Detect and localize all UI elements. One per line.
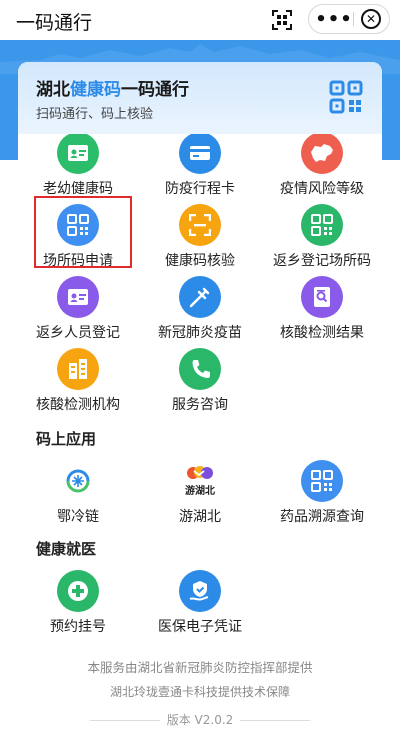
card-title: 湖北健康码一码通行	[36, 80, 189, 100]
close-icon: ✕	[365, 12, 377, 26]
scan-button[interactable]	[266, 5, 298, 35]
service-item[interactable]: 核酸检测机构	[20, 348, 136, 426]
app-item-drug-trace[interactable]: 药品溯源查询	[264, 460, 380, 538]
more-button[interactable]: •••	[315, 5, 352, 33]
cold-chain-logo-icon	[57, 460, 99, 502]
report-icon	[301, 276, 343, 318]
tour-hubei-logo-icon: 游湖北	[179, 460, 221, 502]
app-item-label: 鄂冷链	[57, 509, 99, 525]
qr-code-icon[interactable]	[329, 80, 363, 114]
qr-code-icon	[301, 460, 343, 502]
section-title-medical: 健康就医	[36, 540, 97, 558]
capsule-divider	[353, 12, 354, 26]
service-item[interactable]: 核酸检测结果	[264, 276, 380, 354]
service-item[interactable]: 疫情风险等级	[264, 132, 380, 210]
insurance-hand-icon	[179, 570, 221, 612]
building-icon	[57, 348, 99, 390]
app-item-label: 游湖北	[179, 509, 221, 525]
section-title-apps: 码上应用	[36, 430, 97, 448]
service-item[interactable]: 返乡人员登记	[20, 276, 136, 354]
app-item-label: 药品溯源查询	[280, 509, 364, 525]
service-item-label: 防疫行程卡	[165, 181, 235, 197]
footer-provider-text: 本服务由湖北省新冠肺炎防控指挥部提供	[87, 660, 313, 675]
service-item-label: 疫情风险等级	[280, 181, 364, 197]
footer-support-text: 湖北玲珑壹通卡科技提供技术保障	[109, 685, 290, 699]
version-text: 版本 V2.0.2	[166, 713, 234, 727]
medical-item-label: 医保电子凭证	[158, 619, 242, 635]
service-item-label: 返乡人员登记	[36, 325, 120, 341]
service-item-label: 服务咨询	[172, 397, 228, 413]
service-item[interactable]: 防疫行程卡	[142, 132, 258, 210]
phone-icon	[179, 348, 221, 390]
service-item-label: 返乡登记场所码	[273, 253, 371, 269]
service-item[interactable]: 返乡登记场所码	[264, 204, 380, 282]
card-subtitle: 扫码通行、码上核验	[36, 107, 154, 122]
top-bar: 一码通行 ••• ✕	[0, 0, 400, 40]
service-item-label: 新冠肺炎疫苗	[158, 325, 242, 341]
service-item-label: 老幼健康码	[43, 181, 113, 197]
card-icon	[179, 132, 221, 174]
service-item-label: 核酸检测机构	[36, 397, 120, 413]
id-card-icon	[57, 132, 99, 174]
plus-cross-icon	[57, 570, 99, 612]
qr-code-icon	[301, 204, 343, 246]
mini-program-capsule: ••• ✕	[308, 4, 390, 34]
scan-frame-icon	[179, 204, 221, 246]
service-item[interactable]: 新冠肺炎疫苗	[142, 276, 258, 354]
service-item[interactable]: 服务咨询	[142, 348, 258, 426]
medical-item-label: 预约挂号	[50, 619, 106, 635]
id-card-icon	[57, 276, 99, 318]
syringe-icon	[179, 276, 221, 318]
card-header: 湖北健康码一码通行 扫码通行、码上核验	[18, 62, 382, 134]
svg-text:游湖北: 游湖北	[185, 484, 215, 497]
medical-item-appointment[interactable]: 预约挂号	[20, 570, 136, 648]
service-item-label: 核酸检测结果	[280, 325, 364, 341]
divider	[90, 720, 160, 721]
service-item-label: 健康码核验	[165, 253, 235, 269]
version-row: 版本 V2.0.2	[90, 711, 310, 729]
service-item[interactable]: 健康码核验	[142, 204, 258, 282]
selection-highlight	[34, 196, 132, 268]
medical-item-insurance[interactable]: 医保电子凭证	[142, 570, 258, 648]
app-item-cold-chain[interactable]: 鄂冷链	[20, 460, 136, 538]
scan-icon	[272, 10, 292, 30]
divider	[240, 720, 310, 721]
china-map-icon	[301, 132, 343, 174]
close-button[interactable]: ✕	[361, 9, 381, 29]
app-item-tour-hubei[interactable]: 游湖北 游湖北	[142, 460, 258, 538]
page-title: 一码通行	[16, 12, 93, 34]
